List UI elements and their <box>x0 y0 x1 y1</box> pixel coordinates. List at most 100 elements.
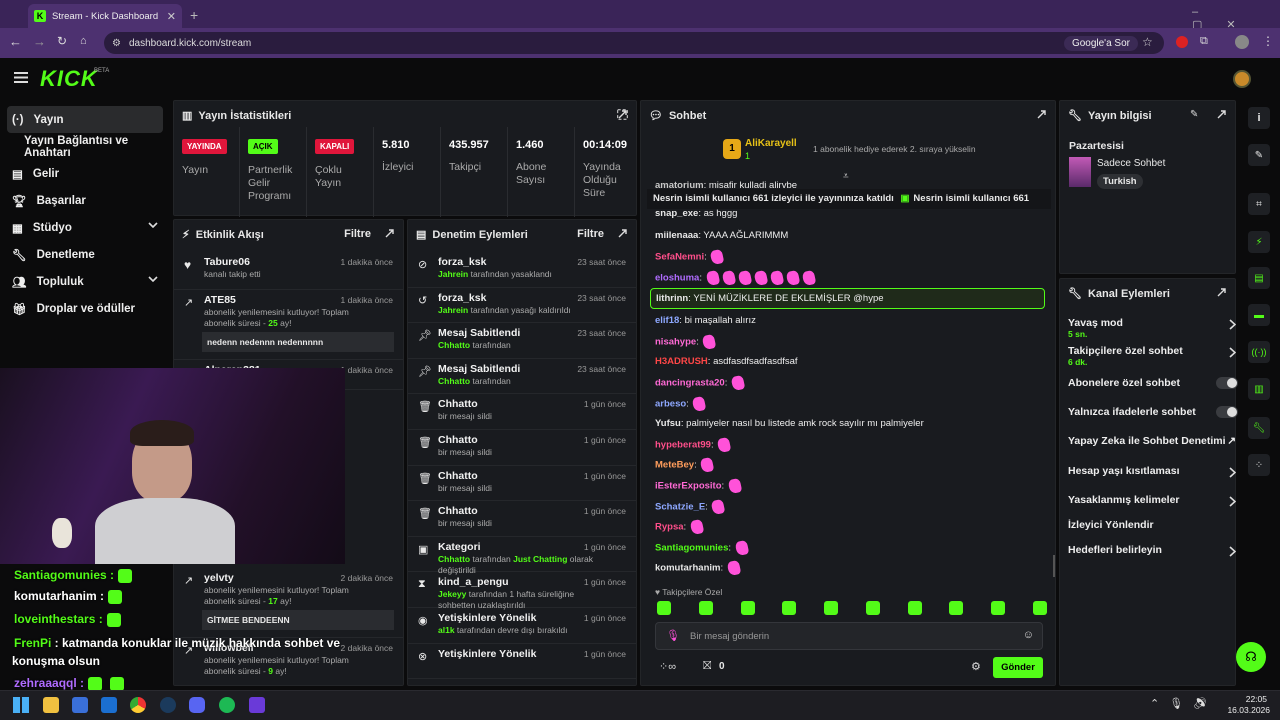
moderation-actor[interactable]: Chhatto <box>438 340 470 350</box>
hamburger-menu-icon[interactable] <box>14 72 28 83</box>
clipboard-icon[interactable]: ▤ <box>1248 267 1270 289</box>
chat-username[interactable]: Yufsu <box>655 418 681 429</box>
chat-username[interactable]: H3ADRUSH <box>655 356 708 367</box>
expand-icon[interactable] <box>1036 109 1047 120</box>
forward-icon[interactable]: → <box>33 34 46 49</box>
tray-icons[interactable]: ⌃🎙︎🔊︎ <box>1150 697 1217 710</box>
chat-username[interactable]: Santiagomunies <box>655 543 728 554</box>
moderation-filter-button[interactable]: Filtre <box>577 228 604 240</box>
layout-icon[interactable]: ▥ <box>1248 378 1270 400</box>
share-icon[interactable]: ⁘ <box>1248 454 1270 476</box>
sidebar-item-basarilar[interactable]: 🏆︎ Başarılar <box>0 187 170 214</box>
site-info-icon[interactable]: ⚙ <box>112 38 121 49</box>
chat-username[interactable]: Rypsa <box>655 522 684 533</box>
store-icon[interactable] <box>72 697 88 713</box>
broadcast-icon[interactable]: ((·)) <box>1248 341 1270 363</box>
home-icon[interactable]: ⌂ <box>80 35 87 47</box>
chat-message[interactable]: lithrinn: YENİ MÜZİKLERE DE EKLEMİŞLER @… <box>650 288 1045 309</box>
chat-username[interactable]: MeteBey <box>655 460 694 471</box>
support-headset-button[interactable]: ☊ <box>1236 642 1266 672</box>
chat-username[interactable]: lithrinn <box>656 293 688 304</box>
chat-username[interactable]: SefaNemni <box>655 252 704 263</box>
browser-menu-icon[interactable]: ⋮ <box>1262 34 1274 48</box>
app-icon[interactable] <box>249 697 265 713</box>
sidebar-item-denetleme[interactable]: 🔧︎ Denetleme <box>0 241 170 268</box>
chat-settings-icons[interactable]: ⁘∞ <box>659 660 676 673</box>
extensions-puzzle-icon[interactable]: ⧉ <box>1200 35 1208 48</box>
browser-tab[interactable]: K Stream - Kick Dashboard ✕ <box>28 4 182 28</box>
lightning-icon[interactable]: ⚡︎ <box>1248 231 1270 253</box>
outlook-icon[interactable] <box>101 697 117 713</box>
channel-action-item[interactable]: Yavaş mod 5 sn. <box>1068 317 1238 341</box>
chat-scrollbar[interactable] <box>1053 555 1055 577</box>
gear-icon[interactable]: ⚙ <box>971 660 981 673</box>
emote-icon[interactable] <box>991 601 1006 615</box>
tool-icon[interactable]: 🔧︎ <box>1248 417 1270 439</box>
toggle-switch[interactable] <box>1216 406 1238 418</box>
expand-icon[interactable] <box>1216 287 1227 298</box>
file-explorer-icon[interactable] <box>43 697 59 713</box>
mic-icon[interactable]: 🎙︎ <box>666 629 680 642</box>
chrome-icon[interactable] <box>130 697 146 713</box>
chat-message[interactable]: amatorium: misafir kulladi alirvbe <box>655 179 797 192</box>
moderation-actor[interactable]: Chhatto <box>438 376 470 386</box>
chat-message[interactable]: eloshuma: <box>655 269 817 287</box>
chat-message[interactable]: Yufsu: palmiyeler nasıl bu listede amk r… <box>655 417 924 430</box>
channel-action-item[interactable]: İzleyici Yönlendir <box>1068 519 1238 543</box>
tag-pill[interactable]: Turkish <box>1097 174 1143 189</box>
emote-icon[interactable] <box>865 601 880 615</box>
emote-icon[interactable] <box>657 601 671 615</box>
chat-username[interactable]: snap_exe <box>655 208 698 219</box>
chat-username[interactable]: nisahype <box>655 337 696 348</box>
chat-message[interactable]: Santiagomunies: <box>655 539 750 557</box>
moderation-actor[interactable]: Jahrein <box>438 269 468 279</box>
emote-icon[interactable] <box>782 601 797 615</box>
profile-avatar[interactable] <box>1235 35 1249 49</box>
chat-message[interactable]: snap_exe: as hggg <box>655 207 737 220</box>
channel-action-item[interactable]: Yalnızca ifadelerle sohbet <box>1068 406 1238 430</box>
sidebar-item-droplar[interactable]: 🎁︎ Droplar ve ödüller <box>0 295 170 322</box>
back-icon[interactable]: ← <box>9 34 22 49</box>
expand-icon[interactable] <box>1216 109 1227 120</box>
start-icon[interactable] <box>13 697 29 713</box>
emote-icon[interactable] <box>698 601 713 615</box>
top-gifter-name[interactable]: AliKarayell <box>745 138 797 149</box>
chat-message[interactable]: miilenaaa: YAAA AĞLARIMMM <box>655 229 788 242</box>
crop-icon[interactable]: ⌗ <box>1248 193 1270 215</box>
chat-username[interactable]: hypeberat99 <box>655 440 711 451</box>
new-tab-icon[interactable]: + <box>190 7 198 23</box>
emote-icon[interactable] <box>824 601 839 615</box>
emote-icon[interactable] <box>907 601 922 615</box>
sidebar-item-studyo[interactable]: ▦ Stüdyo <box>0 214 170 241</box>
sidebar-item-topluluk[interactable]: 👥︎ Topluluk <box>0 268 170 295</box>
activity-filter-button[interactable]: Filtre <box>344 228 371 240</box>
toggle-switch[interactable] <box>1216 377 1238 389</box>
pin-toggle-icon[interactable]: ⩡ <box>843 171 849 182</box>
chat-message[interactable]: Schatzie_E: <box>655 498 726 516</box>
user-avatar[interactable] <box>1233 70 1251 88</box>
kick-logo[interactable]: KICK <box>40 66 98 92</box>
spotify-icon[interactable] <box>219 697 235 713</box>
emote-icon[interactable] <box>740 601 755 615</box>
expand-icon[interactable] <box>617 228 628 239</box>
chat-message[interactable]: SefaNemni: <box>655 248 725 266</box>
chat-username[interactable]: miilenaaa <box>655 230 698 241</box>
chat-username[interactable]: dancingrasta20 <box>655 378 725 389</box>
chat-message[interactable]: Rypsa: <box>655 518 705 536</box>
info-icon[interactable]: i <box>1248 107 1270 129</box>
sidebar-item-yayin[interactable]: (·) Yayın <box>7 106 163 133</box>
pencil-icon[interactable]: ✎ <box>1248 144 1270 166</box>
google-ask-pill[interactable]: Google'a Sor <box>1063 35 1138 51</box>
chat-message[interactable]: arbeso: <box>655 395 707 413</box>
chat-message[interactable]: nisahype: <box>655 333 717 351</box>
expand-icon[interactable] <box>617 109 628 120</box>
chat-username[interactable]: komutarhanim <box>655 563 720 574</box>
chat-icon[interactable]: ▬ <box>1248 304 1270 326</box>
discord-icon[interactable] <box>189 697 205 713</box>
channel-action-item[interactable]: Hesap yaşı kısıtlaması <box>1068 465 1238 489</box>
steam-icon[interactable] <box>160 697 176 713</box>
sidebar-item-stream-key[interactable]: Yayın Bağlantısı ve Anahtarı <box>0 133 170 160</box>
sidebar-item-gelir[interactable]: ▤ Gelir <box>0 160 170 187</box>
chat-username[interactable]: eloshuma <box>655 273 699 284</box>
address-bar[interactable]: ⚙ dashboard.kick.com/stream Google'a Sor <box>104 32 1164 54</box>
